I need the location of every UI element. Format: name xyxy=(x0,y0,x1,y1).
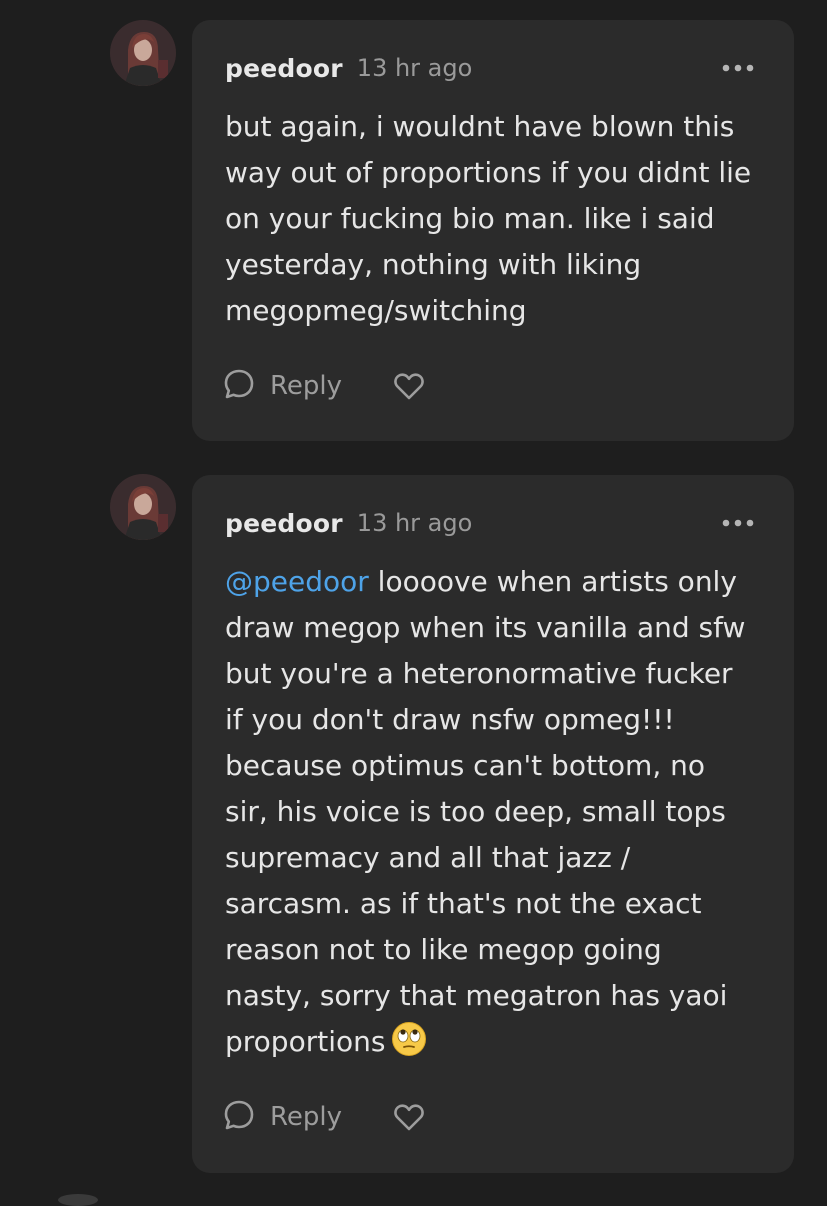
reply-label: Reply xyxy=(270,371,343,401)
heart-icon[interactable] xyxy=(392,369,426,403)
comment-header: peedoor 13 hr ago xyxy=(225,505,764,541)
comment-text-body: loooove when artists only draw megop whe… xyxy=(225,565,746,1058)
comment-card: peedoor 13 hr ago but again, i wouldnt h… xyxy=(192,20,794,441)
avatar[interactable] xyxy=(110,20,176,86)
more-options-icon[interactable] xyxy=(718,509,758,537)
comment-text: @peedoor loooove when artists only draw … xyxy=(225,559,781,1065)
reply-button[interactable]: Reply xyxy=(222,1098,342,1136)
comment-card: peedoor 13 hr ago @peedoor loooove when … xyxy=(192,475,794,1173)
username[interactable]: peedoor xyxy=(225,54,343,83)
mention-link[interactable]: @peedoor xyxy=(225,565,369,598)
reply-label: Reply xyxy=(270,1102,343,1132)
avatar[interactable] xyxy=(110,474,176,540)
comment-actions: Reply xyxy=(222,366,426,406)
timestamp: 13 hr ago xyxy=(356,54,473,82)
speech-bubble-icon xyxy=(222,367,256,405)
comment-actions: Reply xyxy=(222,1097,426,1137)
heart-icon[interactable] xyxy=(392,1100,426,1134)
next-avatar-edge xyxy=(58,1194,98,1206)
comment-text: but again, i wouldnt have blown this way… xyxy=(225,110,752,327)
username[interactable]: peedoor xyxy=(225,509,343,538)
reply-button[interactable]: Reply xyxy=(222,367,342,405)
speech-bubble-icon xyxy=(222,1098,256,1136)
more-options-icon[interactable] xyxy=(718,54,758,82)
comment-header: peedoor 13 hr ago xyxy=(225,50,764,86)
timestamp: 13 hr ago xyxy=(356,509,473,537)
eye-roll-emoji-icon xyxy=(391,1021,427,1057)
